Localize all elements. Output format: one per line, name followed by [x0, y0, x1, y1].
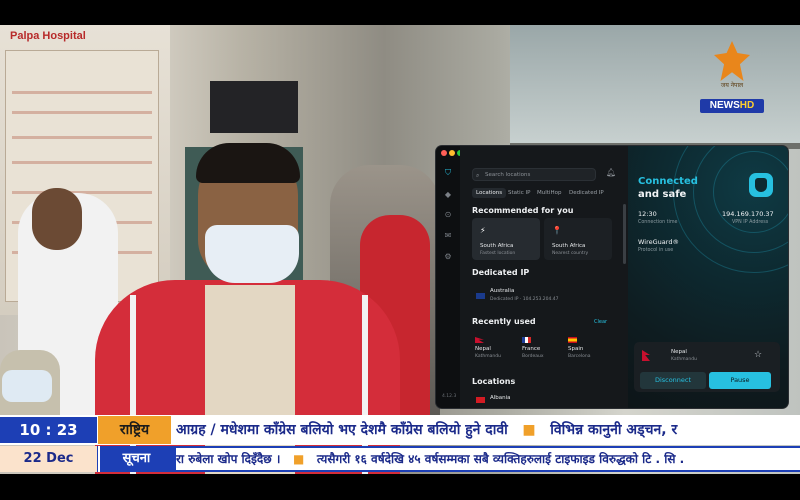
pin-icon: 📍 [552, 226, 562, 235]
guard-icon[interactable]: ◆ [443, 190, 453, 200]
app-version: 4.12.3 [442, 394, 457, 399]
bell-icon[interactable]: 🔔︎ [606, 168, 616, 177]
vpn-ip-address: 194.169.170.37 [722, 210, 774, 218]
france-flag-icon [522, 337, 531, 343]
location-name: Albania [490, 395, 511, 401]
connection-time: 12:30 [638, 210, 657, 218]
ticker-bottom: 22 Dec सूचना रा रुबेला खोप दिइँदैछ । ■ त… [0, 446, 800, 472]
ticker-top: 10 : 23 राष्ट्रिय आग्रह / मधेशमा काँग्रे… [0, 415, 800, 445]
shield-icon [749, 173, 773, 197]
search-icon: ⌕ [476, 172, 480, 179]
search-scan-icon[interactable]: ⊙ [443, 210, 453, 220]
person-boy-head [32, 188, 82, 250]
separator-icon: ■ [284, 452, 313, 466]
headline-part: आग्रह / मधेशमा काँग्रेस बलियो भए देशमै क… [176, 422, 508, 438]
disconnect-button[interactable]: Disconnect [640, 372, 706, 389]
window-close-button[interactable] [441, 150, 447, 156]
current-location-sub: Kathmandu [671, 357, 697, 362]
status-title: Connected [638, 176, 698, 187]
hospital-sign: Palpa Hospital [10, 30, 86, 42]
recent-sub: Kathmandu [475, 354, 501, 359]
channel-logo: जय नेपाल NEWSHD [700, 41, 764, 117]
shield-icon[interactable]: ⛉ [443, 168, 453, 178]
window-minimize-button[interactable] [449, 150, 455, 156]
broadcast-time: 10 : 23 [0, 417, 97, 443]
card-location-name: South Africa [552, 243, 586, 249]
locations-heading: Locations [472, 377, 516, 386]
logo-hd: HD [739, 100, 755, 111]
ticker-headline: रा रुबेला खोप दिइँदैछ । ■ त्यसैगरी १६ वर… [176, 448, 800, 470]
tab-multihop[interactable]: MultiHop [533, 188, 565, 198]
search-placeholder: Search locations [485, 172, 531, 178]
ticker-headline: आग्रह / मधेशमा काँग्रेस बलियो भए देशमै क… [176, 417, 800, 443]
scrollbar[interactable] [623, 204, 626, 264]
card-location-name: South Africa [480, 243, 514, 249]
recent-heading: Recently used [472, 317, 536, 326]
man-hair [196, 143, 300, 183]
search-input[interactable]: ⌕ Search locations [472, 168, 596, 181]
australia-flag-icon [476, 293, 485, 299]
ticker-category: सूचना [98, 446, 173, 472]
dedicated-heading: Dedicated IP [472, 268, 530, 277]
recent-sub: Bordeaux [522, 354, 544, 359]
spain-flag-icon [568, 337, 577, 343]
bolt-icon: ⚡ [480, 226, 486, 235]
vpn-ip-label: VPN IP Address [732, 220, 769, 225]
ticker-category: राष्ट्रिय [98, 416, 171, 444]
recent-name: Spain [568, 346, 584, 352]
recent-name: France [522, 346, 541, 352]
mail-icon[interactable]: ✉ [443, 231, 453, 241]
locations-panel [460, 146, 628, 408]
dedicated-sub: Dedicated IP · 104.253.204.47 [490, 297, 559, 302]
recent-name: Nepal [475, 346, 491, 352]
albania-flag-icon [476, 397, 485, 403]
dedicated-name: Australia [490, 288, 515, 294]
logo-news: NEWS [709, 100, 740, 111]
pause-button[interactable]: Pause [709, 372, 771, 389]
wall-sign [210, 81, 298, 133]
current-location-name: Nepal [671, 349, 687, 355]
gear-icon[interactable]: ⚙ [443, 252, 453, 262]
recommended-heading: Recommended for you [472, 206, 574, 215]
recent-sub: Barcelona [568, 354, 591, 359]
recommended-card-nearest[interactable]: 📍 South Africa Nearest country [544, 218, 612, 260]
vpn-app-window: ⛉ ◆ ⊙ ✉ ⚙ 4.12.3 ⌕ Search locations 🔔︎ L… [436, 146, 788, 408]
vpn-sidebar: ⛉ ◆ ⊙ ✉ ⚙ 4.12.3 [436, 146, 463, 408]
separator-icon: ■ [512, 422, 546, 438]
logo-wordmark: NEWSHD [700, 99, 764, 113]
child-face-mask [2, 370, 52, 402]
face-mask [205, 225, 299, 283]
headline-part: रा रुबेला खोप दिइँदैछ । [176, 452, 281, 466]
favorite-star-icon[interactable]: ☆ [754, 350, 762, 360]
headline-part: त्यसैगरी १६ वर्षदेखि ४५ वर्षसम्मका सबै व… [316, 452, 685, 466]
broadcast-date: 22 Dec [0, 446, 97, 472]
protocol-value: WireGuard® [638, 238, 679, 246]
logo-subtitle: जय नेपाल [720, 82, 744, 89]
headline-part: विभिन्न कानुनी अड्चन, र [550, 422, 678, 438]
card-location-sub: Fastest location [480, 251, 516, 256]
status-subtitle: and safe [638, 189, 687, 200]
tab-dedicated-ip[interactable]: Dedicated IP [565, 188, 608, 198]
tab-static-ip[interactable]: Static IP [504, 188, 534, 198]
protocol-label: Protocol in use [638, 248, 674, 253]
card-location-sub: Nearest country [552, 251, 589, 256]
connection-time-label: Connection time [638, 220, 678, 225]
clear-recent-button[interactable]: Clear [594, 319, 607, 325]
recommended-card-fastest[interactable]: ⚡ South Africa Fastest location [472, 218, 540, 260]
tab-locations[interactable]: Locations [472, 188, 507, 198]
emblem-icon [714, 41, 750, 81]
